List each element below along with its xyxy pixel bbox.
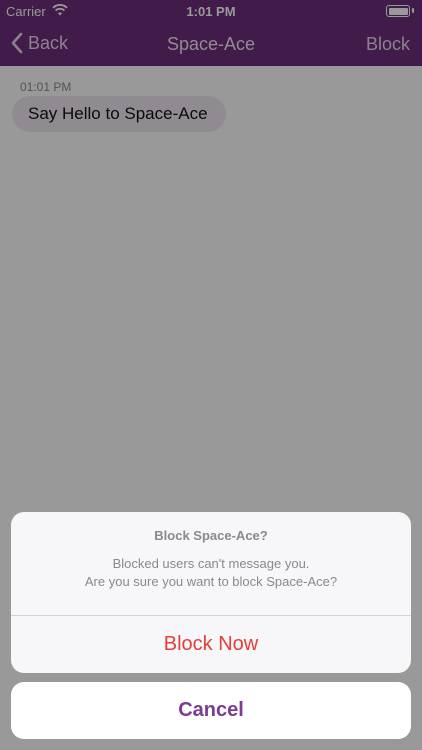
action-sheet-message-line1: Blocked users can't message you. <box>112 556 310 571</box>
block-action-sheet: Block Space-Ace? Blocked users can't mes… <box>11 512 411 673</box>
action-sheet-message: Blocked users can't message you. Are you… <box>11 555 411 591</box>
block-now-button[interactable]: Block Now <box>11 616 411 673</box>
app-screen: Carrier 1:01 PM Back Space-Ace Block 01:… <box>0 0 422 750</box>
action-sheet-message-line2: Are you sure you want to block Space-Ace… <box>84 574 338 589</box>
cancel-button[interactable]: Cancel <box>11 682 411 739</box>
action-sheet-title: Block Space-Ace? <box>154 528 268 543</box>
